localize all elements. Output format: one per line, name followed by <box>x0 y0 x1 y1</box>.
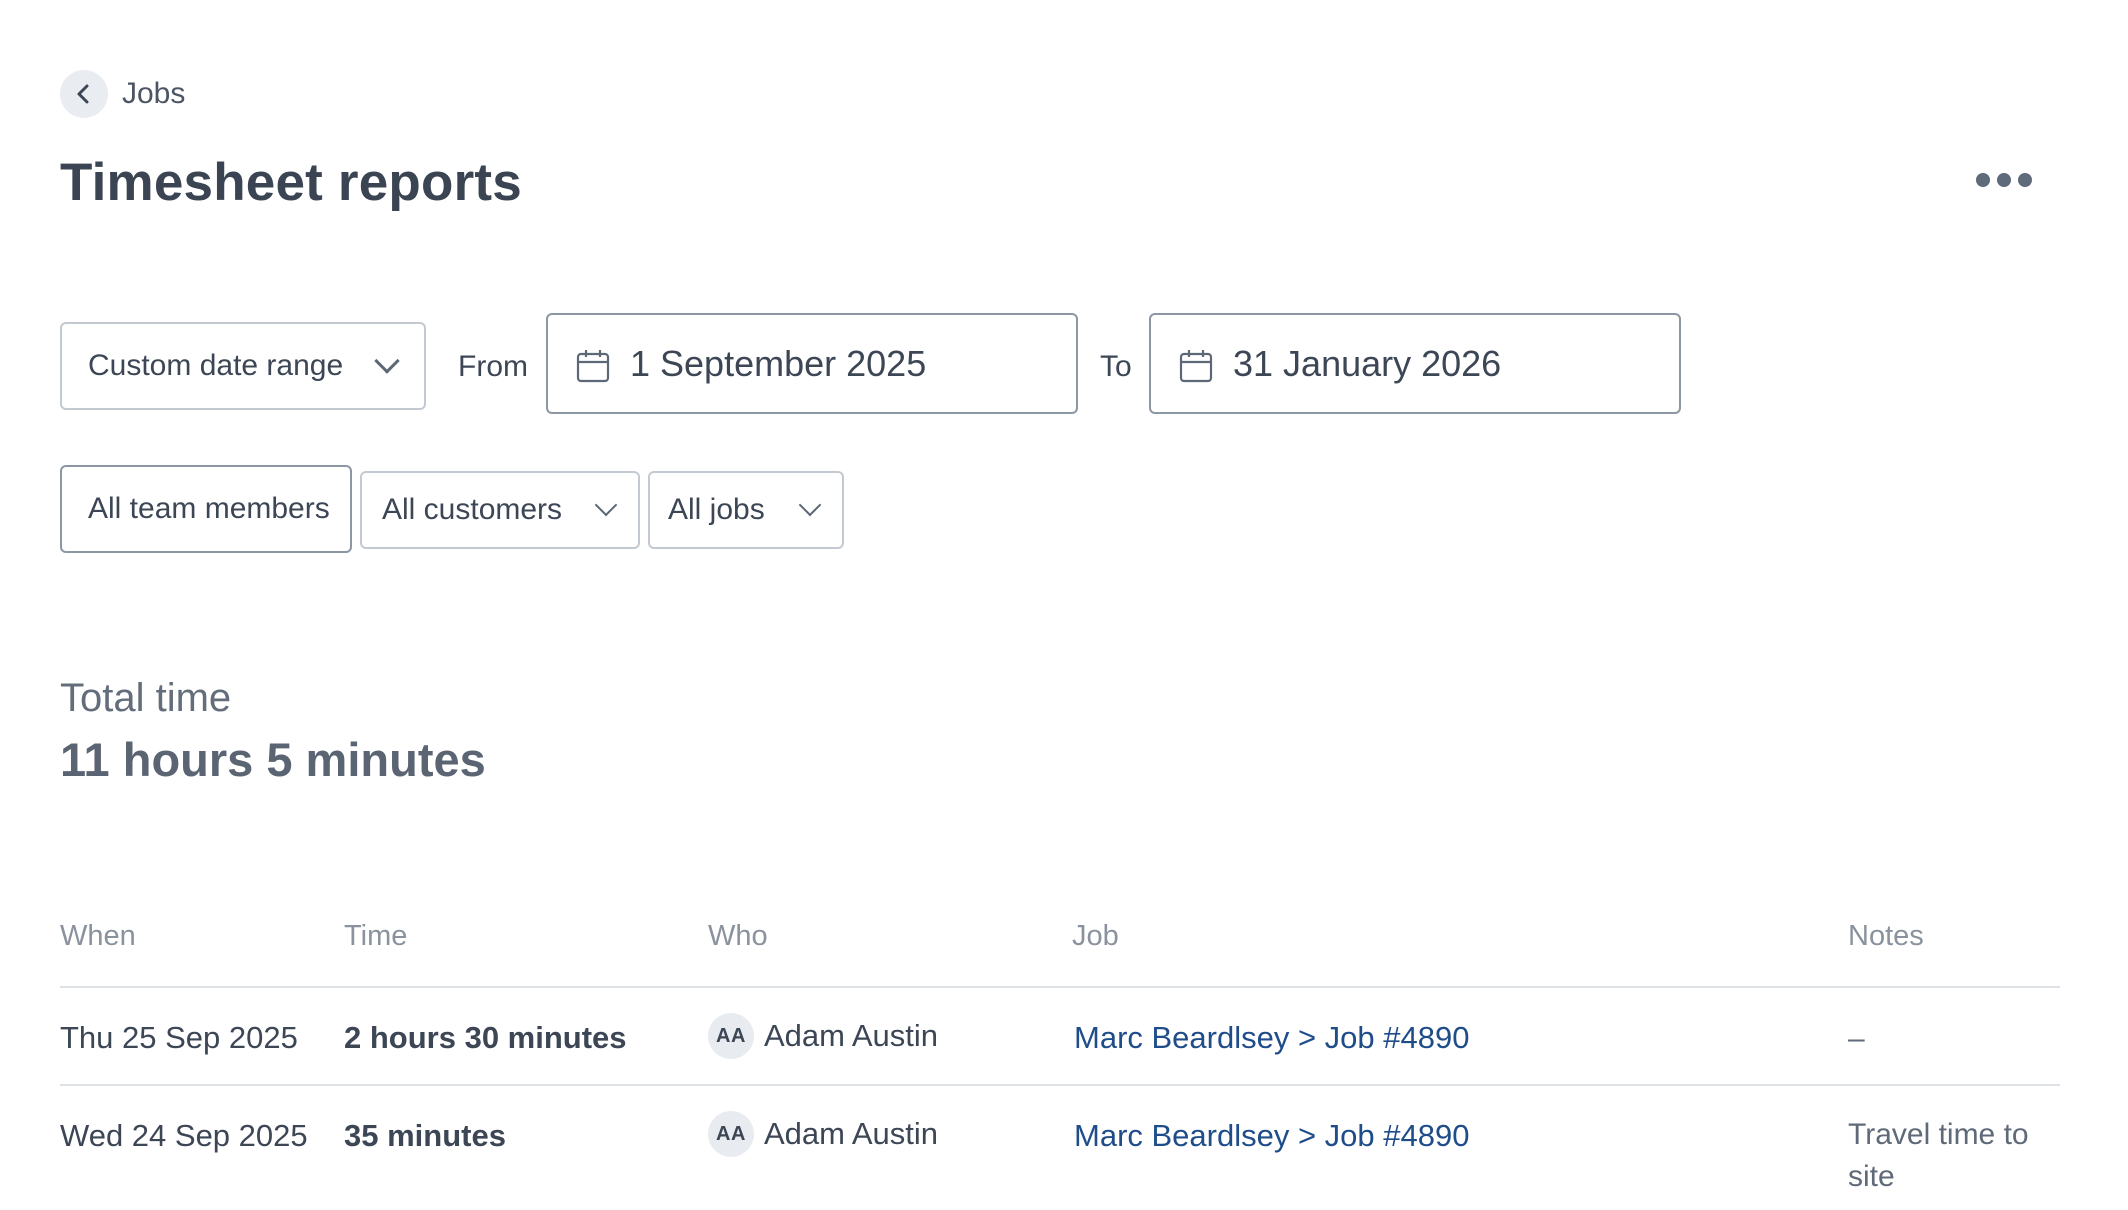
to-date-value: 31 January 2026 <box>1233 342 1502 384</box>
jobs-filter[interactable]: All jobs <box>648 471 844 549</box>
row-who-name: Adam Austin <box>764 1116 939 1151</box>
column-header-job: Job <box>1072 920 1119 952</box>
customers-filter[interactable]: All customers <box>360 471 640 549</box>
row-notes: Travel time to site <box>1848 1118 2029 1193</box>
team-members-filter[interactable]: All team members <box>60 465 352 553</box>
row-when: Thu 25 Sep 2025 <box>60 1020 298 1055</box>
breadcrumb-label[interactable]: Jobs <box>122 77 185 111</box>
date-range-value: Custom date range <box>88 349 344 382</box>
to-label: To <box>1100 350 1132 383</box>
total-time-value: 11 hours 5 minutes <box>60 733 486 786</box>
row-divider <box>60 1084 2060 1086</box>
jobs-value: All jobs <box>668 493 765 526</box>
back-to-jobs-link[interactable]: Jobs <box>60 70 185 118</box>
row-who: AA Adam Austin <box>708 1013 938 1059</box>
column-header-notes: Notes <box>1848 920 1924 952</box>
row-job-link[interactable]: Marc Beardlsey > Job #4890 <box>1074 1118 1469 1154</box>
column-header-when: When <box>60 920 136 952</box>
team-members-value: All team members <box>88 492 330 525</box>
row-who-name: Adam Austin <box>764 1018 939 1053</box>
to-date-input[interactable]: 31 January 2026 <box>1149 313 1681 414</box>
chevron-down-icon <box>798 493 822 517</box>
calendar-icon <box>1179 349 1213 388</box>
from-date-value: 1 September 2025 <box>630 342 927 384</box>
chevron-down-icon <box>374 348 400 374</box>
row-when: Wed 24 Sep 2025 <box>60 1118 308 1153</box>
column-header-who: Who <box>708 920 768 952</box>
more-horizontal-icon[interactable] <box>1976 168 2032 192</box>
chevron-down-icon <box>594 493 618 517</box>
column-header-time: Time <box>344 920 408 952</box>
row-who: AA Adam Austin <box>708 1111 938 1157</box>
calendar-icon <box>576 349 610 388</box>
header-divider <box>60 986 2060 988</box>
row-notes: – <box>1848 1022 1865 1055</box>
chevron-left-icon[interactable] <box>60 70 108 118</box>
from-date-input[interactable]: 1 September 2025 <box>546 313 1078 414</box>
date-range-select[interactable]: Custom date range <box>60 322 426 410</box>
from-label: From <box>458 350 528 383</box>
avatar: AA <box>708 1013 754 1059</box>
total-time-label: Total time <box>60 676 232 720</box>
row-job-link[interactable]: Marc Beardlsey > Job #4890 <box>1074 1020 1469 1056</box>
customers-value: All customers <box>382 493 563 526</box>
row-time: 35 minutes <box>344 1118 506 1153</box>
page-title: Timesheet reports <box>60 153 522 212</box>
avatar: AA <box>708 1111 754 1157</box>
row-time: 2 hours 30 minutes <box>344 1020 627 1055</box>
